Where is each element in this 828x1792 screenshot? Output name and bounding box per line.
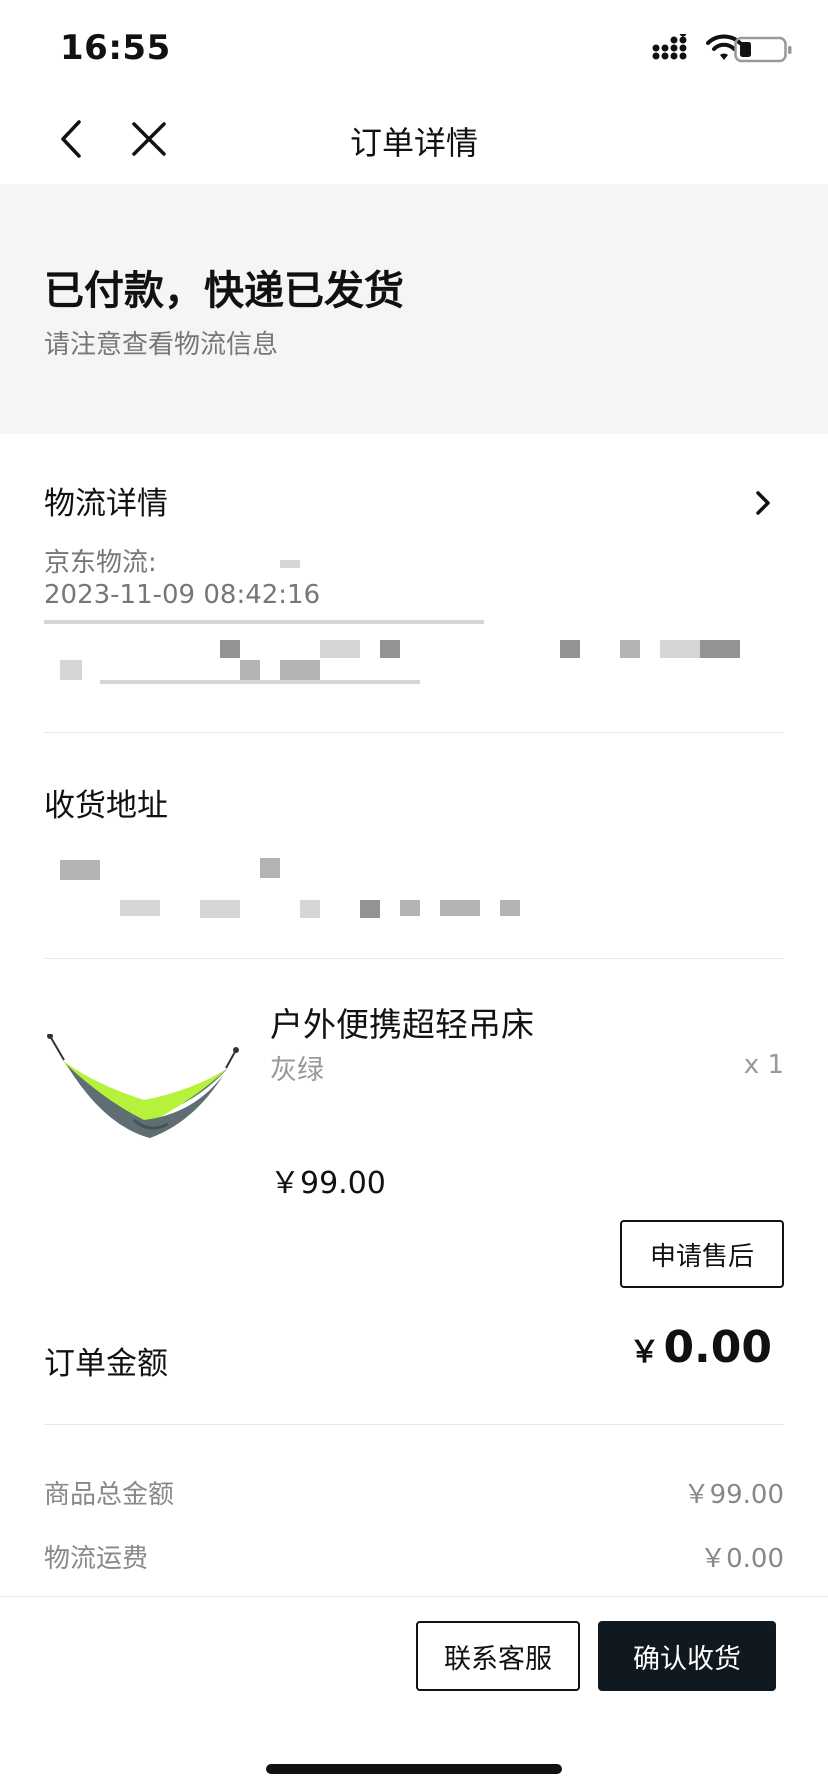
- product-image: [47, 1034, 239, 1138]
- order-amount-value: ￥ 0.00: [629, 1322, 772, 1373]
- currency-symbol: ￥: [629, 1335, 660, 1370]
- logistics-carrier: 京东物流:: [44, 548, 157, 578]
- order-amount-number: 0.00: [663, 1322, 772, 1373]
- redacted-text: [120, 900, 160, 916]
- status-bar: 16:55: [0, 0, 828, 96]
- order-detail-page: 16:55 订单详情 已付款，快递已发货 请注意查看物流信息 物流详情 京东物流…: [0, 0, 828, 1792]
- status-time: 16:55: [60, 28, 171, 68]
- redacted-text: [280, 560, 300, 568]
- redacted-text: [60, 860, 100, 880]
- divider: [44, 732, 784, 733]
- redacted-text: [380, 640, 400, 658]
- redacted-text: [100, 680, 420, 684]
- product-spec: 灰绿: [270, 1055, 324, 1086]
- chevron-right-icon[interactable]: [748, 488, 778, 518]
- redacted-text: [240, 660, 260, 680]
- redacted-text: [260, 858, 280, 878]
- redacted-text: [560, 640, 580, 658]
- logistics-title: 物流详情: [44, 486, 168, 522]
- redacted-text: [360, 900, 380, 918]
- order-status-banner: 已付款，快递已发货 请注意查看物流信息: [0, 184, 828, 434]
- redacted-text: [660, 640, 700, 658]
- product-item[interactable]: 户外便携超轻吊床 灰绿 x 1 ￥99.00 申请售后: [0, 960, 828, 1300]
- page-title: 订单详情: [349, 124, 478, 162]
- fee-label: 商品总金额: [44, 1480, 175, 1510]
- nav-bar: 订单详情: [0, 96, 828, 184]
- address-title: 收货地址: [44, 788, 168, 824]
- redacted-text: [620, 640, 640, 658]
- product-quantity: x 1: [743, 1050, 784, 1080]
- divider: [44, 1424, 784, 1425]
- redacted-text: [440, 900, 480, 916]
- order-status-title: 已付款，快递已发货: [44, 268, 404, 314]
- redacted-text: [400, 900, 420, 916]
- battery-icon: [734, 36, 792, 63]
- product-price: ￥99.00: [270, 1166, 386, 1201]
- address-section: 收货地址: [0, 736, 828, 958]
- signal-icon: [652, 34, 687, 60]
- after-sale-button[interactable]: 申请售后: [620, 1220, 784, 1288]
- fee-row-goods-total: 商品总金额 ￥99.00: [0, 1462, 828, 1522]
- redacted-text: [700, 640, 740, 658]
- fee-value: ￥0.00: [700, 1544, 784, 1574]
- contact-service-button[interactable]: 联系客服: [416, 1621, 580, 1691]
- divider: [44, 958, 784, 959]
- order-status-subtitle: 请注意查看物流信息: [44, 330, 279, 360]
- product-name: 户外便携超轻吊床: [270, 1005, 534, 1044]
- redacted-text: [220, 640, 240, 658]
- redacted-text: [500, 900, 520, 916]
- logistics-timestamp: 2023-11-09 08:42:16: [44, 580, 321, 610]
- confirm-receipt-button[interactable]: 确认收货: [598, 1621, 776, 1691]
- redacted-text: [44, 620, 484, 624]
- redacted-text: [320, 640, 360, 658]
- redacted-text: [200, 900, 240, 918]
- fee-value: ￥99.00: [683, 1480, 784, 1510]
- redacted-text: [280, 660, 320, 680]
- order-amount-row: 订单金额 ￥ 0.00: [0, 1300, 828, 1424]
- home-indicator[interactable]: [266, 1764, 562, 1774]
- fee-label: 物流运费: [44, 1544, 149, 1574]
- redacted-text: [300, 900, 320, 918]
- bottom-action-bar: 联系客服 确认收货: [0, 1596, 828, 1792]
- fee-row-shipping: 物流运费 ￥0.00: [0, 1526, 828, 1586]
- logistics-section[interactable]: 物流详情 京东物流: 2023-11-09 08:42:16: [0, 434, 828, 734]
- redacted-text: [60, 660, 82, 680]
- order-amount-label: 订单金额: [44, 1346, 168, 1382]
